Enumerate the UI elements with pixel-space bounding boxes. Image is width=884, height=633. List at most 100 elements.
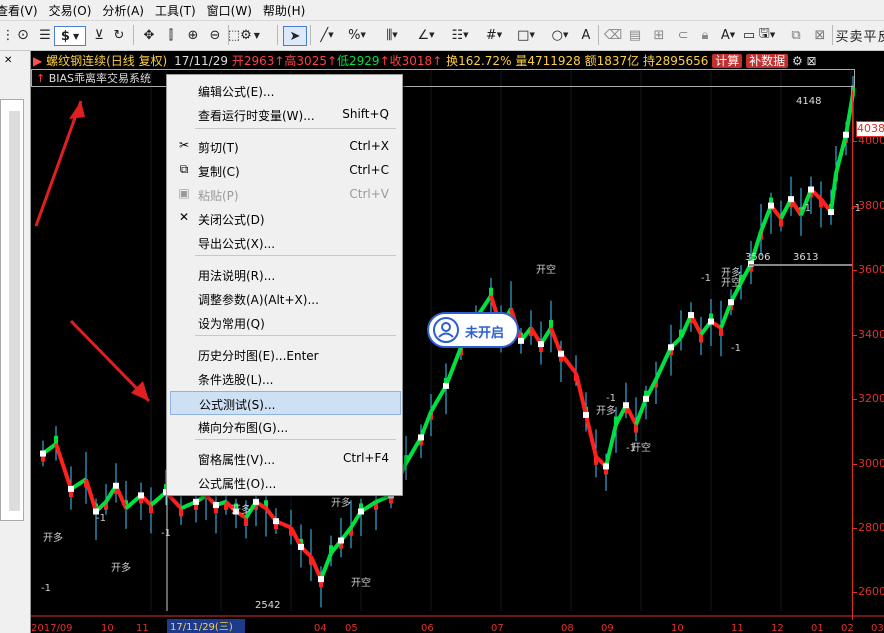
signal-marker bbox=[418, 434, 424, 441]
circle-tool-icon[interactable]: ○ ▼ bbox=[546, 26, 574, 44]
menu-item-pane-properties[interactable]: 窗格属性(V)... Ctrl+F4 bbox=[170, 447, 399, 469]
bias-signal-line bbox=[419, 410, 433, 439]
price-tick-label: 3000 bbox=[858, 457, 884, 470]
menu-item-history-timeshare[interactable]: 历史分时图(E)...Enter bbox=[170, 343, 399, 365]
move-icon[interactable]: ✥ bbox=[140, 26, 158, 44]
grid-tool-icon[interactable]: # ▼ bbox=[480, 26, 508, 44]
scroll-thumb[interactable] bbox=[9, 111, 20, 511]
up-arrow-icon: ↑ bbox=[326, 54, 338, 68]
percent-tool[interactable]: % ▼ bbox=[344, 26, 370, 44]
annotation-mid-b: 3613 bbox=[793, 252, 818, 263]
close-position-button[interactable]: 平 bbox=[864, 26, 877, 45]
menu-item-condition-screen[interactable]: 条件选股(L)... bbox=[170, 367, 399, 389]
menu-item-label: 横向分布图(G)... bbox=[198, 421, 289, 435]
price-tick-label: 3600 bbox=[858, 263, 884, 276]
menu-item-usage-help[interactable]: 用法说明(R)... bbox=[170, 263, 399, 285]
date-tick-label: 05 bbox=[345, 623, 358, 633]
signal-marker bbox=[273, 518, 279, 525]
cut-icon: ✂ bbox=[178, 138, 190, 152]
lock-icon[interactable]: 🔒︎ bbox=[697, 26, 713, 44]
signal-label-minus: -1 bbox=[161, 528, 171, 539]
current-date-label: 17/11/29(三) bbox=[170, 622, 233, 633]
menu-item-horizontal-dist[interactable]: 横向分布图(G)... bbox=[170, 415, 399, 437]
zoom-rect-icon[interactable]: ⊞ bbox=[651, 26, 667, 44]
magnet-icon[interactable]: ⊂ bbox=[675, 26, 691, 44]
signal-marker bbox=[788, 196, 794, 203]
menu-item-label: 导出公式(X)... bbox=[198, 237, 276, 251]
buy-button[interactable]: 买 bbox=[836, 26, 849, 45]
signal-marker bbox=[253, 498, 259, 505]
date-axis-bg bbox=[31, 616, 884, 633]
save-dropdown-icon[interactable]: 🖫︎ ▼ bbox=[756, 26, 778, 44]
close-icon[interactable]: ⊠ bbox=[807, 54, 817, 68]
up-arrow-icon: ↑ bbox=[432, 54, 443, 68]
menu-item-label: 历史分时图(E)...Enter bbox=[198, 349, 319, 363]
copy-icon[interactable]: ⧉ bbox=[788, 26, 804, 44]
menu-analysis[interactable]: 分析(A) bbox=[102, 2, 155, 19]
status-badge[interactable]: 未开启 bbox=[427, 312, 519, 348]
reverse-button[interactable]: 反 bbox=[878, 26, 884, 45]
percent-icon: % bbox=[348, 27, 361, 43]
menu-item-set-favorite[interactable]: 设为常用(Q) bbox=[170, 311, 399, 333]
menu-item-label: 设为常用(Q) bbox=[198, 317, 265, 331]
fill-data-button[interactable]: 补数据 bbox=[746, 54, 789, 68]
sell-button[interactable]: 卖 bbox=[850, 26, 863, 45]
date-tick-label: 2017/09 bbox=[31, 623, 73, 633]
candle-body bbox=[699, 334, 703, 343]
signal-marker bbox=[538, 341, 544, 348]
close-icon[interactable]: ✕ bbox=[4, 55, 12, 66]
menu-item-copy[interactable]: ⧉ 复制(C) Ctrl+C bbox=[170, 159, 399, 181]
menu-help[interactable]: 帮助(H) bbox=[263, 2, 316, 19]
refresh-icon[interactable]: ↻ bbox=[110, 26, 128, 44]
eraser-icon[interactable]: ⌫ bbox=[604, 26, 622, 44]
layers-icon[interactable]: ▤ bbox=[627, 26, 643, 44]
up-arrow-icon: ↑ bbox=[274, 54, 285, 68]
formula-bar[interactable]: ↑ BIAS乖离率交易系统 bbox=[31, 69, 855, 87]
menu-item-formula-properties[interactable]: 公式属性(O)... bbox=[170, 471, 399, 493]
menu-trade[interactable]: 交易(O) bbox=[49, 2, 103, 19]
fill-color-icon[interactable]: ▭ bbox=[742, 26, 756, 44]
play-circle-icon[interactable]: ⊙ bbox=[14, 26, 32, 44]
angle-tool-icon[interactable]: ∠ ▼ bbox=[412, 26, 440, 44]
paste-icon: ▣ bbox=[178, 186, 190, 200]
zoom-out-icon[interactable]: ⊖ bbox=[206, 26, 224, 44]
menu-item-edit-formula[interactable]: 编辑公式(E)... bbox=[170, 79, 399, 101]
bars-tool-icon[interactable]: ⫼ ▼ bbox=[378, 26, 406, 44]
rect-tool-icon[interactable]: □ ▼ bbox=[512, 26, 540, 44]
menu-item-formula-test[interactable]: 公式测试(S)... bbox=[170, 391, 401, 415]
text-tool[interactable]: A bbox=[578, 26, 594, 44]
menu-item-close-formula[interactable]: ✕ 关闭公式(D) bbox=[170, 207, 399, 229]
gear-icon[interactable]: ⚙ bbox=[792, 54, 803, 68]
annotation-top: 4148 bbox=[796, 96, 821, 107]
signal-label-minus: -1 bbox=[801, 203, 811, 214]
menu-item-cut[interactable]: ✂ 剪切(T) Ctrl+X bbox=[170, 135, 399, 157]
menu-icon[interactable]: ☰ bbox=[36, 26, 54, 44]
menu-item-label: 条件选股(L)... bbox=[198, 373, 274, 387]
menu-separator bbox=[195, 255, 396, 256]
close-icon[interactable]: ⊠ bbox=[812, 26, 828, 44]
line-tool-icon[interactable]: ╱ ▼ bbox=[314, 26, 340, 44]
signal-marker bbox=[358, 508, 364, 515]
date-tick-label: 03 bbox=[871, 623, 884, 633]
zoom-in-icon[interactable]: ⊕ bbox=[184, 26, 202, 44]
cursor-arrow-icon[interactable]: ➤ bbox=[283, 26, 307, 46]
settings-dropdown[interactable]: ⚙ ▼ bbox=[234, 26, 266, 44]
filter-icon[interactable]: ⊻ bbox=[90, 26, 108, 44]
menu-tools[interactable]: 工具(T) bbox=[155, 2, 207, 19]
price-tick-label: 2800 bbox=[858, 521, 884, 534]
menu-item-adjust-params[interactable]: 调整参数(A)(Alt+X)... bbox=[170, 287, 399, 309]
price-tick-label: 3400 bbox=[858, 328, 884, 341]
signal-marker bbox=[193, 498, 199, 505]
bias-signal-line bbox=[444, 346, 463, 387]
currency-dropdown[interactable]: $ ▼ bbox=[54, 26, 86, 46]
menu-item-view-runtime-vars[interactable]: 查看运行时变量(W)... Shift+Q bbox=[170, 103, 399, 125]
fib-tool-icon[interactable]: ☷ ▼ bbox=[446, 26, 474, 44]
calc-button[interactable]: 计算 bbox=[712, 54, 743, 68]
font-color-icon[interactable]: A ▼ bbox=[718, 26, 738, 44]
signal-marker bbox=[843, 131, 849, 138]
signal-marker bbox=[558, 350, 564, 357]
menu-window[interactable]: 窗口(W) bbox=[207, 2, 263, 19]
range-icon[interactable]: ⫿ bbox=[162, 26, 180, 44]
menu-item-export-formula[interactable]: 导出公式(X)... bbox=[170, 231, 399, 253]
menu-view[interactable]: 查看(V) bbox=[0, 2, 49, 19]
